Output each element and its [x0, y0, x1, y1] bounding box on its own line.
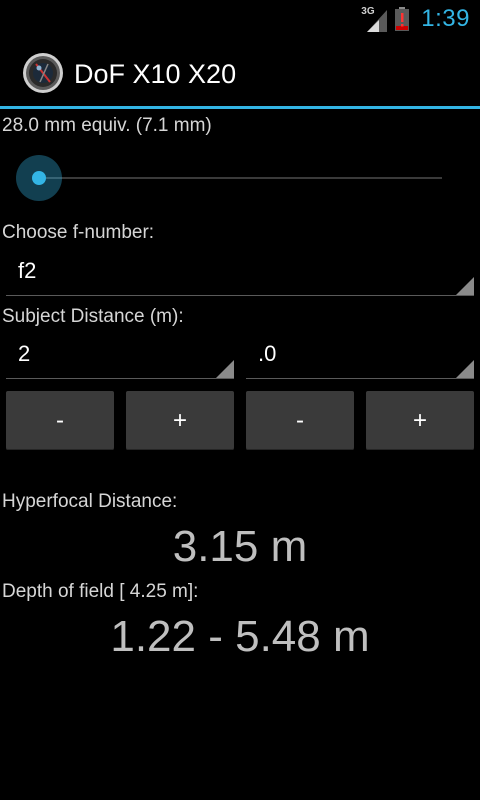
dof-value: 1.22 - 5.48 m [110, 612, 370, 661]
focal-length-label: 28.0 mm equiv. (7.1 mm) [2, 115, 212, 136]
signal-icon: 3G [361, 6, 388, 32]
whole-minus-button[interactable]: - [6, 391, 114, 450]
focal-length-slider[interactable] [16, 155, 442, 201]
screen: 3G 1:39 DoF X10 X20 28.0 mm equiv. (7.1 … [0, 0, 480, 800]
status-bar: 3G 1:39 [0, 0, 480, 38]
dropdown-arrow-icon [456, 360, 474, 378]
whole-plus-button[interactable]: + [126, 391, 234, 450]
fnumber-spinner[interactable]: f2 [6, 251, 474, 296]
status-icons: 3G 1:39 [361, 4, 470, 34]
slider-thumb[interactable] [16, 155, 62, 201]
action-bar-divider [0, 106, 480, 109]
action-bar: DoF X10 X20 [0, 38, 480, 106]
subject-distance-label: Subject Distance (m): [2, 306, 184, 327]
slider-track[interactable] [38, 177, 442, 179]
camera-lens-icon[interactable] [22, 52, 64, 94]
battery-alert-icon [395, 7, 410, 31]
fraction-minus-button[interactable]: - [246, 391, 354, 450]
hyperfocal-label: Hyperfocal Distance: [2, 491, 178, 512]
app-title: DoF X10 X20 [74, 59, 237, 89]
fnumber-value: f2 [18, 258, 37, 283]
dof-label: Depth of field [ 4.25 m]: [2, 581, 199, 602]
distance-fraction-spinner[interactable]: .0 [246, 334, 474, 379]
fraction-plus-button[interactable]: + [366, 391, 474, 450]
clock: 1:39 [421, 5, 470, 32]
fnumber-label: Choose f-number: [2, 222, 155, 243]
dropdown-arrow-icon [216, 360, 234, 378]
dropdown-arrow-icon [456, 277, 474, 295]
distance-whole-value: 2 [18, 341, 31, 366]
distance-fraction-value: .0 [258, 341, 277, 366]
distance-whole-spinner[interactable]: 2 [6, 334, 234, 379]
hyperfocal-value: 3.15 m [172, 522, 308, 571]
